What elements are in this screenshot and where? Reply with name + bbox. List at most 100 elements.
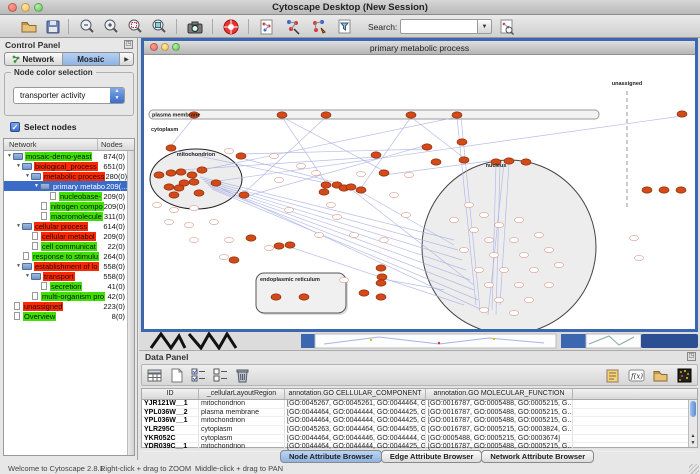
table-row[interactable]: YKR052Ccytoplasm[GO:0044464, GO:0044446,…: [142, 435, 697, 444]
tree-col-network[interactable]: Network: [4, 139, 98, 150]
vizmapper-icon[interactable]: [284, 18, 302, 36]
network-node[interactable]: [377, 274, 387, 280]
tree-row-label[interactable]: Overview: [23, 312, 56, 321]
tree-row-label[interactable]: cellular process: [34, 222, 88, 231]
tree-row-label[interactable]: biological_process: [34, 162, 98, 171]
open-icon[interactable]: [20, 18, 38, 36]
search-dropdown-arrow[interactable]: ▼: [478, 19, 492, 34]
network-graph[interactable]: plasma membranecytoplasmmitochondrionnuc…: [144, 55, 695, 329]
network-node[interactable]: [176, 169, 186, 175]
tree-expander-icon[interactable]: ▼: [15, 263, 22, 269]
network-node[interactable]: [659, 187, 669, 193]
table-column-header[interactable]: _cellularLayoutRegion: [199, 389, 285, 399]
network-node-small[interactable]: [485, 237, 494, 242]
table-row[interactable]: YPL036W__2plasma membrane[GO:0044464, GO…: [142, 409, 697, 418]
network-node-small[interactable]: [402, 212, 411, 217]
network-node-small[interactable]: [170, 207, 179, 212]
network-node-small[interactable]: [515, 217, 524, 222]
network-node[interactable]: [459, 157, 469, 163]
network-node[interactable]: [356, 187, 366, 193]
tree-row-label[interactable]: cell communicat: [41, 242, 97, 251]
tree-row[interactable]: ▼establishment of lo558(0): [4, 261, 134, 271]
network-node[interactable]: [271, 294, 281, 300]
table-scrollbar[interactable]: ▲▼: [688, 400, 697, 447]
network-node-small[interactable]: [490, 252, 499, 257]
tree-row[interactable]: cell communicat22(0): [4, 241, 134, 251]
function-builder-icon[interactable]: f(x): [628, 367, 645, 384]
table-column-header[interactable]: annotation.GO CELLULAR_COMPONENT: [285, 389, 426, 399]
network-node-small[interactable]: [357, 171, 366, 176]
tree-row[interactable]: ▼transport558(0): [4, 271, 134, 281]
delete-attribute-icon[interactable]: [234, 367, 251, 384]
plasma-membrane-region[interactable]: [149, 110, 599, 119]
unselect-attributes-icon[interactable]: [212, 367, 229, 384]
tree-row-label[interactable]: secretion: [50, 282, 82, 291]
table-column-header[interactable]: annotation.GO MOLECULAR_FUNCTION: [426, 389, 573, 399]
network-node[interactable]: [166, 170, 176, 176]
network-node-small[interactable]: [465, 202, 474, 207]
network-node-small[interactable]: [315, 232, 324, 237]
float-data-panel-icon[interactable]: ◳: [687, 352, 696, 361]
network-node[interactable]: [229, 257, 239, 263]
network-node-small[interactable]: [495, 297, 504, 302]
network-tree-header[interactable]: Network Nodes: [4, 139, 134, 151]
tree-row[interactable]: unassigned223(0): [4, 301, 134, 311]
network-node-small[interactable]: [350, 232, 359, 237]
network-node-small[interactable]: [210, 219, 219, 224]
network-view-window[interactable]: primary metabolic process plasma membran…: [141, 38, 698, 332]
checkbox-checked-icon[interactable]: ✓: [10, 122, 20, 132]
network-node[interactable]: [154, 172, 164, 178]
tree-row[interactable]: ▼metabolic process280(0): [4, 171, 134, 181]
network-node-small[interactable]: [190, 237, 199, 242]
network-canvas[interactable]: plasma membranecytoplasmmitochondrionnuc…: [144, 55, 695, 329]
select-attributes-icon[interactable]: [190, 367, 207, 384]
select-nodes-checkbox-row[interactable]: ✓ Select nodes: [10, 122, 76, 132]
tree-row-label[interactable]: unassigned: [23, 302, 63, 311]
network-node[interactable]: [452, 112, 462, 118]
tab-node-attribute-browser[interactable]: Node Attribute Browser: [280, 450, 382, 463]
help-ring-icon[interactable]: [222, 18, 240, 36]
tree-row-label[interactable]: metabolic process: [43, 172, 105, 181]
table-row[interactable]: YLR295Ccytoplasm[GO:0045263, GO:0044464,…: [142, 426, 697, 435]
tree-scrollbar[interactable]: [127, 151, 134, 455]
network-node-small[interactable]: [630, 235, 639, 240]
tab-network-attribute-browser[interactable]: Network Attribute Browser: [481, 450, 594, 463]
network-node-small[interactable]: [405, 172, 414, 177]
network-node-small[interactable]: [485, 282, 494, 287]
tab-network[interactable]: Network: [5, 53, 63, 65]
network-node-small[interactable]: [380, 237, 389, 242]
network-node-small[interactable]: [635, 255, 644, 260]
network-node[interactable]: [321, 112, 331, 118]
network-node[interactable]: [285, 242, 295, 248]
zoom-selected-icon[interactable]: [126, 18, 144, 36]
float-panel-icon[interactable]: ◳: [124, 40, 133, 49]
tree-row[interactable]: nucleobase-209(0): [4, 191, 134, 201]
tree-row[interactable]: cellular metabol209(0): [4, 231, 134, 241]
network-node[interactable]: [274, 243, 284, 249]
network-node[interactable]: [346, 184, 356, 190]
network-node[interactable]: [236, 153, 246, 159]
tree-expander-icon[interactable]: ▼: [33, 183, 40, 189]
network-node[interactable]: [239, 192, 249, 198]
network-node-small[interactable]: [510, 310, 519, 315]
network-node[interactable]: [677, 111, 687, 117]
network-node-small[interactable]: [510, 237, 519, 242]
network-node-small[interactable]: [265, 245, 274, 250]
tree-row-label[interactable]: establishment of lo: [34, 262, 99, 271]
tree-col-nodes[interactable]: Nodes: [98, 139, 134, 150]
tree-row[interactable]: multi-organism pro42(0): [4, 291, 134, 301]
tree-row-label[interactable]: multi-organism pro: [41, 292, 105, 301]
filter-doc-icon[interactable]: [336, 18, 354, 36]
tab-overflow-arrow[interactable]: ▶: [120, 53, 133, 65]
network-node[interactable]: [277, 112, 287, 118]
network-node[interactable]: [642, 187, 652, 193]
tree-expander-icon[interactable]: ▼: [24, 273, 31, 279]
network-node[interactable]: [431, 159, 441, 165]
tree-expander-icon[interactable]: ▼: [15, 163, 22, 169]
tree-row-label[interactable]: cellular metabol: [41, 232, 96, 241]
zoom-in-icon[interactable]: [102, 18, 120, 36]
table-row[interactable]: YPL036W__1mitochondrion[GO:0044464, GO:0…: [142, 417, 697, 426]
tree-row[interactable]: secretion41(0): [4, 281, 134, 291]
network-node[interactable]: [319, 189, 329, 195]
tree-row-label[interactable]: nucleobase-: [59, 192, 102, 201]
